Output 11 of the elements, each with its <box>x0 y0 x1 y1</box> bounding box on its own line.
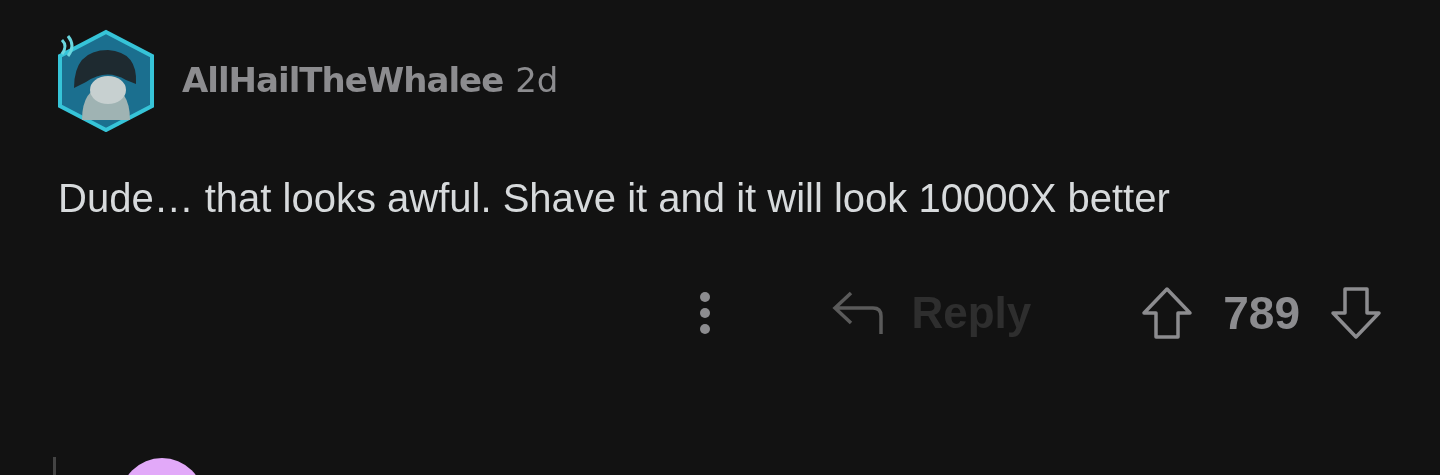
more-options-button[interactable] <box>699 291 712 335</box>
username[interactable]: AllHailTheWhalee <box>182 60 504 100</box>
comment-text: Dude… that looks awful. Shave it and it will look 10000X better <box>58 175 1171 222</box>
more-icon <box>699 291 712 335</box>
downvote-button[interactable] <box>1330 286 1382 340</box>
upvote-icon <box>1141 286 1194 340</box>
reply-icon <box>831 290 886 336</box>
comment-age: 2d <box>515 60 559 100</box>
downvote-icon <box>1330 286 1382 340</box>
vote-count: 789 <box>1223 286 1300 340</box>
upvote-button[interactable] <box>1141 286 1194 340</box>
